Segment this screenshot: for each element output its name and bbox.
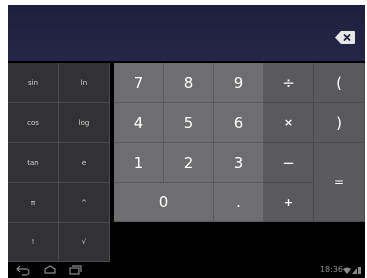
- key-9[interactable]: 9: [214, 63, 264, 103]
- key-3[interactable]: 3: [214, 143, 264, 183]
- key-7[interactable]: 7: [114, 63, 164, 103]
- battery-icon: [358, 267, 361, 274]
- key-pi[interactable]: π: [8, 183, 59, 223]
- key-log[interactable]: log: [59, 103, 110, 143]
- key-plus[interactable]: +: [264, 183, 314, 222]
- key-equals[interactable]: =: [314, 143, 365, 222]
- key-e[interactable]: e: [59, 143, 110, 183]
- key-1[interactable]: 1: [114, 143, 164, 183]
- key-tan[interactable]: tan: [8, 143, 59, 183]
- calculator-app: sin ln cos log tan e π ^ ! √ 7 8 9 4 5 6…: [8, 5, 365, 278]
- key-close-paren[interactable]: ): [314, 103, 365, 143]
- status-time: 18:36: [319, 265, 343, 274]
- key-power[interactable]: ^: [59, 183, 110, 223]
- system-navigation-bar: 18:36: [8, 262, 365, 278]
- key-decimal[interactable]: .: [214, 183, 264, 222]
- recent-apps-icon[interactable]: [68, 264, 82, 276]
- key-8[interactable]: 8: [164, 63, 214, 103]
- wifi-icon: [343, 267, 351, 274]
- key-open-paren[interactable]: (: [314, 63, 365, 103]
- key-2[interactable]: 2: [164, 143, 214, 183]
- key-divide[interactable]: ÷: [264, 63, 314, 103]
- keypad: sin ln cos log tan e π ^ ! √ 7 8 9 4 5 6…: [8, 63, 365, 262]
- key-4[interactable]: 4: [114, 103, 164, 143]
- key-multiply[interactable]: ×: [264, 103, 314, 143]
- key-0[interactable]: 0: [114, 183, 214, 222]
- key-6[interactable]: 6: [214, 103, 264, 143]
- key-ln[interactable]: ln: [59, 63, 110, 103]
- backspace-icon[interactable]: [335, 31, 355, 44]
- back-icon[interactable]: [16, 264, 30, 276]
- display-panel: [8, 5, 365, 61]
- key-factorial[interactable]: !: [8, 223, 59, 262]
- key-5[interactable]: 5: [164, 103, 214, 143]
- key-sqrt[interactable]: √: [59, 223, 110, 262]
- signal-icon: [352, 268, 357, 274]
- home-icon[interactable]: [43, 264, 57, 276]
- key-cos[interactable]: cos: [8, 103, 59, 143]
- key-minus[interactable]: −: [264, 143, 314, 183]
- status-icons: [343, 267, 361, 274]
- key-sin[interactable]: sin: [8, 63, 59, 103]
